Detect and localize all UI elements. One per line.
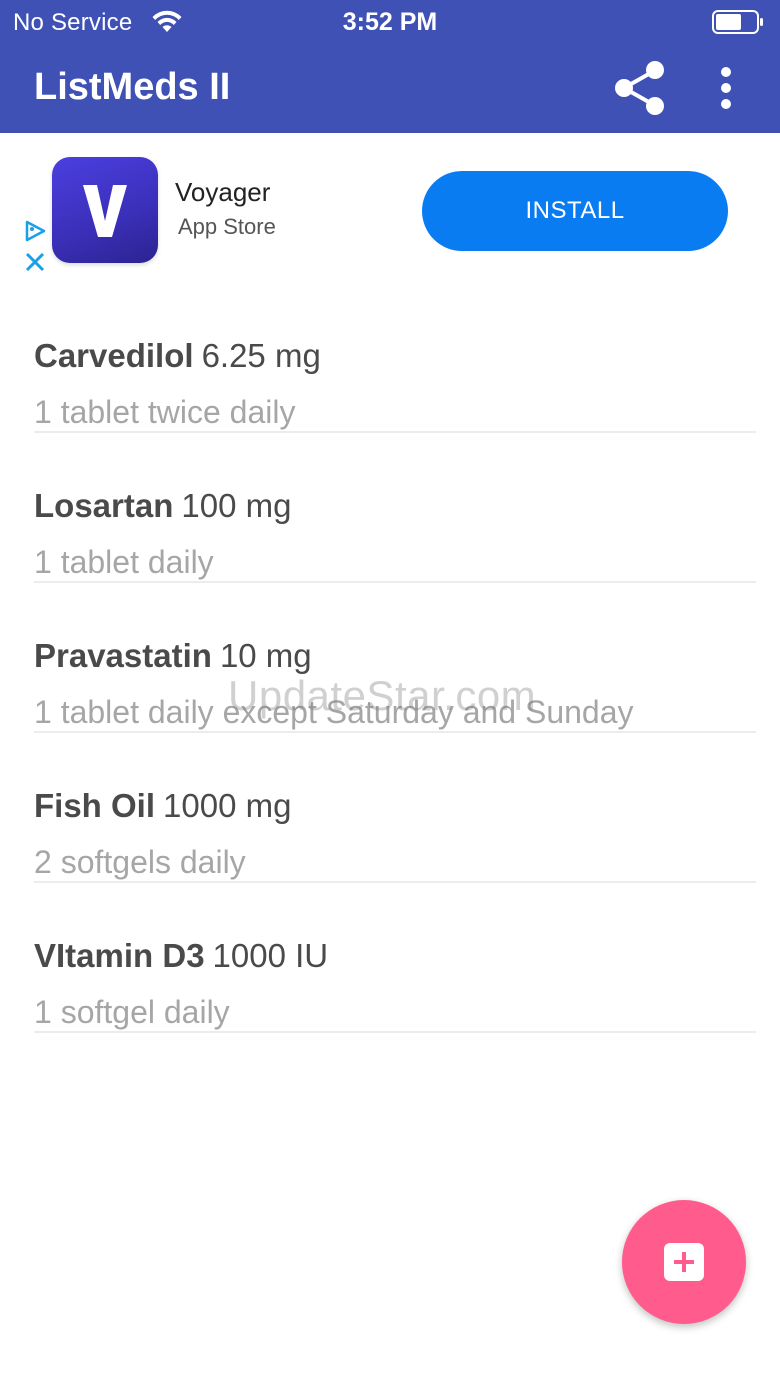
watermark: UpdateStar.com xyxy=(228,672,537,719)
medication-name: Pravastatin xyxy=(34,637,212,674)
medication-dose: 1000 IU xyxy=(212,937,329,974)
medication-title: Pravastatin 10 mg xyxy=(34,637,312,675)
install-button[interactable]: INSTALL xyxy=(422,171,728,251)
medication-name: Losartan xyxy=(34,487,174,524)
app-title: ListMeds II xyxy=(34,66,231,108)
medication-name: Carvedilol xyxy=(34,337,194,374)
close-icon[interactable] xyxy=(22,249,48,275)
medication-row-carvedilol[interactable]: Carvedilol 6.25 mg 1 tablet twice daily xyxy=(0,283,780,433)
ad-store-label: App Store xyxy=(178,214,276,239)
divider xyxy=(34,1031,756,1033)
battery-icon xyxy=(712,10,763,34)
screen: No Service 3:52 PM ListMeds II Voyager A… xyxy=(0,0,780,1387)
share-icon[interactable] xyxy=(610,58,670,118)
ad-app-icon[interactable] xyxy=(52,157,158,263)
medication-title: Fish Oil 1000 mg xyxy=(34,787,291,825)
medication-row-vitamin-d3[interactable]: VItamin D3 1000 IU 1 softgel daily xyxy=(0,883,780,1033)
medication-dose: 6.25 mg xyxy=(201,337,321,374)
app-bar: ListMeds II xyxy=(0,44,780,133)
medication-dose: 1000 mg xyxy=(163,787,292,824)
medication-dose: 10 mg xyxy=(219,637,312,674)
medication-name: VItamin D3 xyxy=(34,937,205,974)
medication-schedule: 2 softgels daily xyxy=(34,844,246,880)
ad-app-name[interactable]: Voyager xyxy=(175,177,270,208)
ad-banner[interactable]: Voyager App Store INSTALL xyxy=(0,133,780,283)
medication-schedule: 1 tablet daily xyxy=(34,544,214,580)
medication-title: Carvedilol 6.25 mg xyxy=(34,337,321,375)
medication-schedule: 1 tablet twice daily xyxy=(34,394,296,430)
medication-row-losartan[interactable]: Losartan 100 mg 1 tablet daily xyxy=(0,433,780,583)
voyager-logo-icon xyxy=(83,185,127,237)
medication-schedule: 1 softgel daily xyxy=(34,994,230,1030)
adchoices-icon[interactable] xyxy=(22,219,48,243)
more-vert-icon[interactable] xyxy=(708,64,744,112)
medication-list: Carvedilol 6.25 mg 1 tablet twice daily L… xyxy=(0,283,780,1033)
top-bar: No Service 3:52 PM ListMeds II xyxy=(0,0,780,133)
medication-row-fish-oil[interactable]: Fish Oil 1000 mg 2 softgels daily xyxy=(0,733,780,883)
clock: 3:52 PM xyxy=(342,8,438,36)
add-box-icon xyxy=(664,1243,704,1281)
status-bar: No Service 3:52 PM xyxy=(0,0,780,44)
medication-name: Fish Oil xyxy=(34,787,156,824)
medication-title: VItamin D3 1000 IU xyxy=(34,937,328,975)
medication-dose: 100 mg xyxy=(181,487,292,524)
medication-title: Losartan 100 mg xyxy=(34,487,291,525)
add-medication-button[interactable] xyxy=(622,1200,746,1324)
